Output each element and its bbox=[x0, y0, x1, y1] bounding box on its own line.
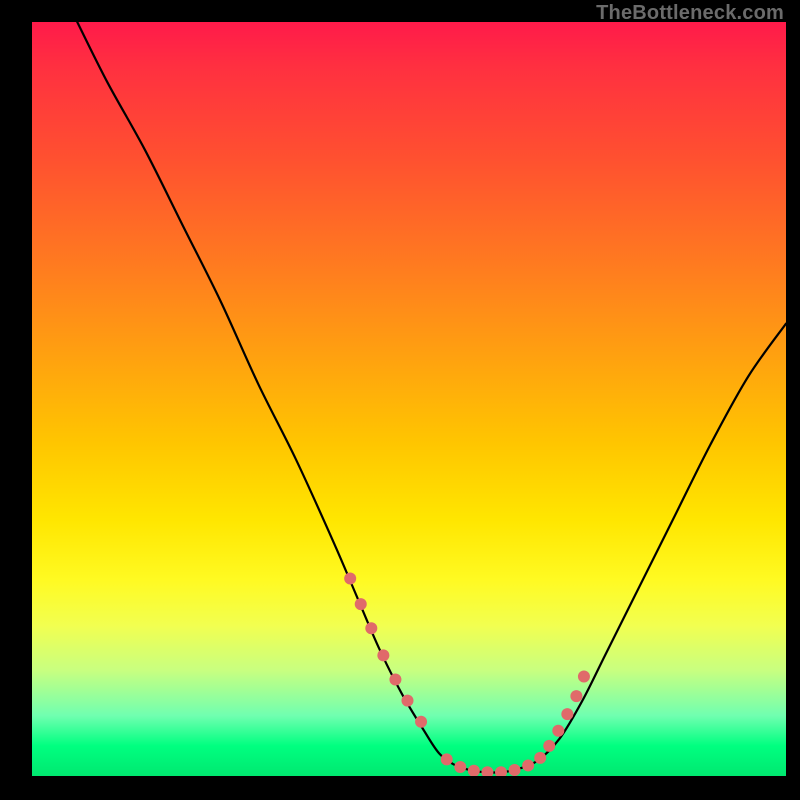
curve-svg bbox=[32, 22, 786, 776]
highlight-dot bbox=[561, 708, 573, 720]
bottleneck-curve bbox=[77, 22, 786, 773]
highlight-dot bbox=[344, 572, 356, 584]
highlight-dot bbox=[454, 761, 466, 773]
highlight-dot bbox=[468, 765, 480, 776]
highlight-dot bbox=[570, 690, 582, 702]
highlight-dot bbox=[495, 766, 507, 776]
highlight-dots bbox=[344, 572, 590, 776]
highlight-dot bbox=[377, 649, 389, 661]
chart-container: TheBottleneck.com bbox=[0, 0, 800, 800]
highlight-dot bbox=[552, 725, 564, 737]
highlight-dot bbox=[365, 622, 377, 634]
plot-area bbox=[32, 22, 786, 776]
highlight-dot bbox=[401, 695, 413, 707]
highlight-dot bbox=[543, 740, 555, 752]
highlight-dot bbox=[415, 716, 427, 728]
highlight-dot bbox=[441, 753, 453, 765]
highlight-dot bbox=[355, 598, 367, 610]
highlight-dot bbox=[522, 759, 534, 771]
highlight-dot bbox=[534, 752, 546, 764]
highlight-dot bbox=[578, 670, 590, 682]
highlight-dot bbox=[481, 766, 493, 776]
highlight-dot bbox=[509, 764, 521, 776]
highlight-dot bbox=[389, 673, 401, 685]
